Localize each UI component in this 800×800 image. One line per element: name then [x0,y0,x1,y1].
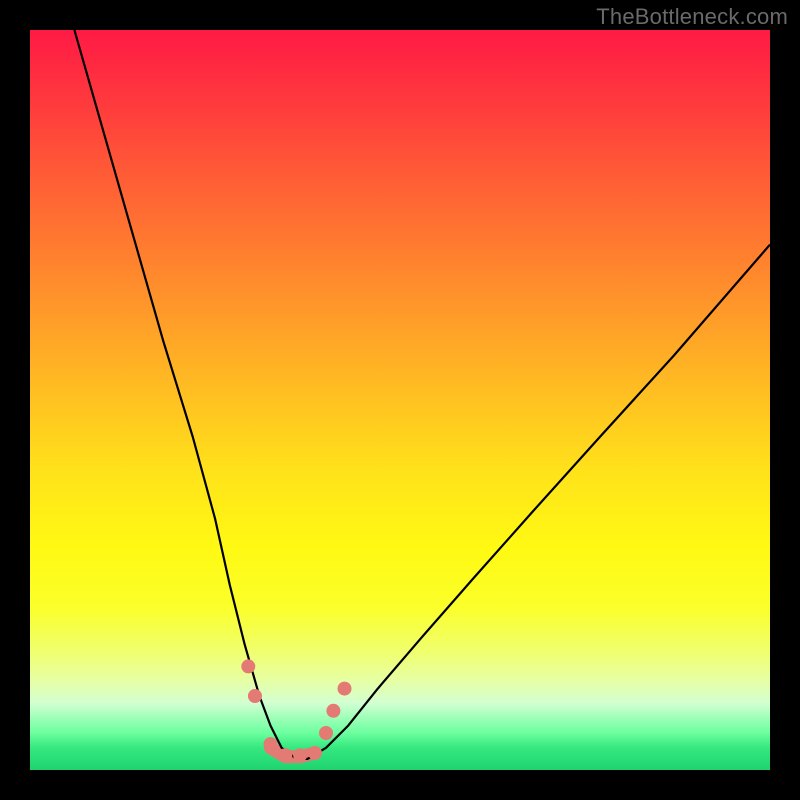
chart-svg [30,30,770,770]
bottleneck-curve [74,30,770,759]
highlight-dots [241,659,351,762]
chart-frame: TheBottleneck.com [0,0,800,800]
watermark-text: TheBottleneck.com [596,4,788,30]
plot-area [30,30,770,770]
